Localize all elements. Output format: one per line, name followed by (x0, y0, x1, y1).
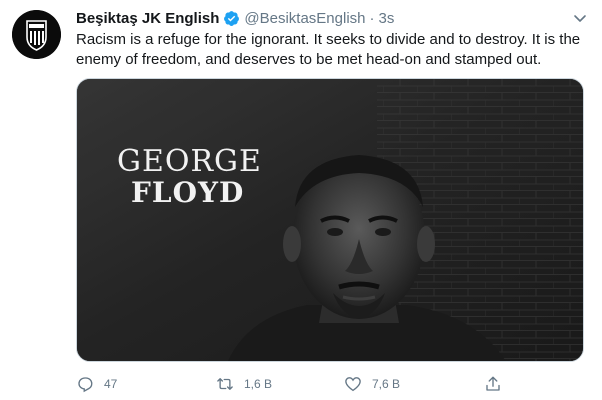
retweet-button[interactable]: 1,6 B (216, 373, 272, 395)
display-name[interactable]: Beşiktaş JK English (76, 10, 219, 27)
reply-button[interactable]: 47 (76, 373, 117, 395)
tweet[interactable]: Beşiktaş JK English @BesiktasEnglish · 3… (0, 0, 602, 400)
chevron-down-icon[interactable] (572, 10, 588, 26)
retweet-count: 1,6 B (244, 377, 273, 391)
besiktas-crest-icon (12, 10, 61, 59)
tweet-text: Racism is a refuge for the ignorant. It … (76, 31, 581, 68)
action-bar: 47 1,6 B 7,6 B (76, 373, 584, 395)
overlay-caption: GEORGE FLOYD (117, 147, 262, 207)
share-button[interactable] (484, 373, 502, 395)
handle[interactable]: @BesiktasEnglish (244, 10, 365, 27)
retweet-icon (216, 375, 234, 393)
verified-badge-icon (223, 10, 240, 27)
overlay-first-name: GEORGE (117, 144, 262, 179)
separator-dot: · (369, 9, 375, 27)
timestamp[interactable]: 3s (379, 10, 395, 27)
heart-icon (344, 375, 362, 393)
tweet-media[interactable]: GEORGE FLOYD (76, 78, 584, 362)
reply-count: 47 (104, 377, 118, 391)
like-button[interactable]: 7,6 B (344, 373, 400, 395)
overlay-last-name: FLOYD (131, 176, 245, 209)
tweet-header: Beşiktaş JK English @BesiktasEnglish · 3… (76, 8, 394, 28)
avatar[interactable] (12, 10, 61, 59)
reply-icon (76, 375, 94, 393)
share-icon (484, 375, 502, 393)
like-count: 7,6 B (372, 377, 401, 391)
photo-image (77, 79, 583, 361)
